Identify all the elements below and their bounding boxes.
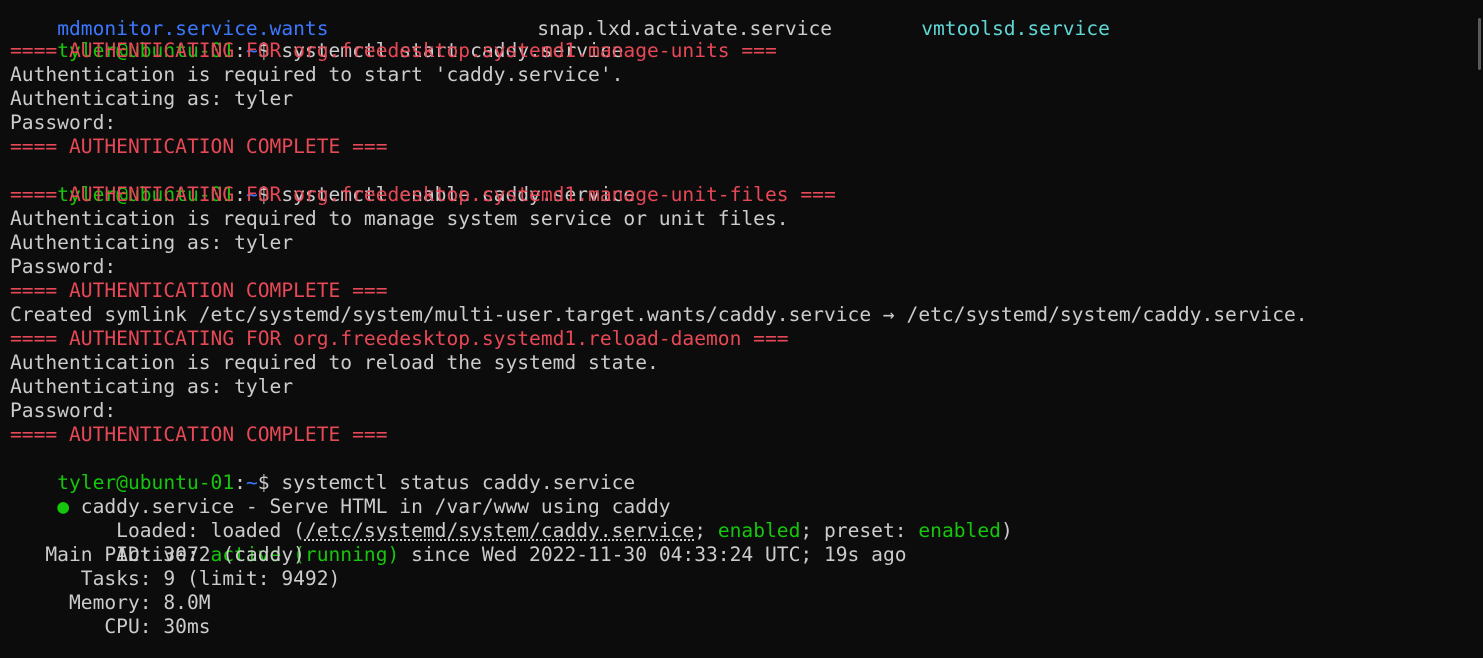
ls-output-row-col3: vmtoolsd.service <box>874 0 1110 40</box>
status-active-line: Active: active (running) since Wed 2022-… <box>10 519 906 566</box>
auth3-complete: ==== AUTHENTICATION COMPLETE === <box>10 423 388 446</box>
auth1-as: Authenticating as: tyler <box>10 87 294 110</box>
auth3-required: Authentication is required to reload the… <box>10 351 659 374</box>
symlink-message: Created symlink /etc/systemd/system/mult… <box>10 303 1308 326</box>
loaded-preset: enabled <box>918 519 1001 542</box>
auth2-header: ==== AUTHENTICATING FOR org.freedesktop.… <box>10 183 836 206</box>
status-memory: Memory: 8.0M <box>10 591 211 614</box>
loaded-post: ) <box>1000 519 1013 542</box>
scrollbar-thumb[interactable] <box>1478 18 1481 70</box>
auth1-password: Password: <box>10 111 117 134</box>
prompt-line-enable: tyler@ubuntu-01:~$ systemctl enable cadd… <box>10 159 635 206</box>
auth2-as: Authenticating as: tyler <box>10 231 294 254</box>
prompt-line-status: tyler@ubuntu-01:~$ systemctl status cadd… <box>10 447 635 494</box>
status-loaded-line: Loaded: loaded (/etc/systemd/system/cadd… <box>10 495 1013 542</box>
auth1-complete: ==== AUTHENTICATION COMPLETE === <box>10 135 388 158</box>
auth1-required: Authentication is required to start 'cad… <box>10 63 624 86</box>
auth1-header: ==== AUTHENTICATING FOR org.freedesktop.… <box>10 39 777 62</box>
status-title-line: ● caddy.service - Serve HTML in /var/www… <box>10 471 670 518</box>
auth3-password: Password: <box>10 399 117 422</box>
auth2-password: Password: <box>10 255 117 278</box>
auth3-as: Authenticating as: tyler <box>10 375 294 398</box>
active-since: since Wed 2022-11-30 04:33:24 UTC; 19s a… <box>399 543 907 566</box>
status-cpu: CPU: 30ms <box>10 615 211 638</box>
prompt-line-start: tyler@ubuntu-01:~$ systemctl start caddy… <box>10 15 623 62</box>
terminal-window[interactable]: mdmonitor.service.wants snap.lxd.activat… <box>0 0 1472 658</box>
terminal-scrollbar[interactable] <box>1472 0 1483 658</box>
status-mainpid: Main PID: 3072 (caddy) <box>10 543 305 566</box>
auth3-header: ==== AUTHENTICATING FOR org.freedesktop.… <box>10 327 789 350</box>
status-tasks: Tasks: 9 (limit: 9492) <box>10 567 341 590</box>
auth2-required: Authentication is required to manage sys… <box>10 207 789 230</box>
ls-item-vmtoolsd: vmtoolsd.service <box>921 17 1110 40</box>
auth2-complete: ==== AUTHENTICATION COMPLETE === <box>10 279 388 302</box>
